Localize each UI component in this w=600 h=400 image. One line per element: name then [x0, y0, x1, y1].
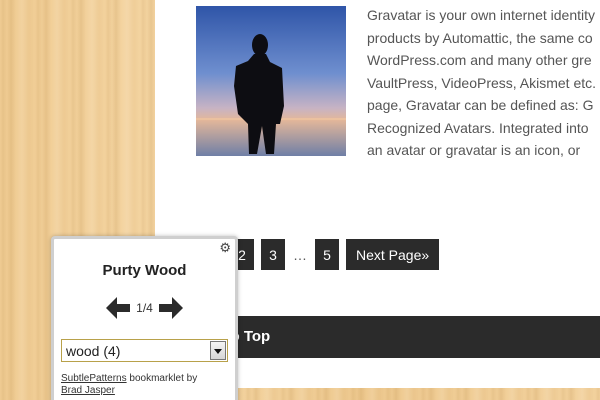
next-arrow-icon[interactable] [158, 297, 183, 319]
gear-icon[interactable]: ⚙ [219, 241, 231, 254]
page-3-button[interactable]: 3 [261, 239, 285, 270]
credit-text: SubtlePatterns bookmarklet by Brad Jaspe… [61, 373, 233, 397]
article-line: products by Automattic, the same co [367, 29, 593, 46]
silhouette-photo [196, 6, 346, 156]
article-line: an avatar or gravatar is an icon, or [367, 142, 581, 158]
article-line: Recognized Avatars. Integrated into [367, 119, 589, 136]
page-5-button[interactable]: 5 [315, 239, 339, 270]
pattern-counter: 1/4 [136, 301, 153, 315]
prev-arrow-icon[interactable] [106, 297, 131, 319]
subtlepatterns-link[interactable]: SubtlePatterns [61, 373, 127, 384]
article-line: VaultPress, VideoPress, Akismet etc. [367, 74, 597, 91]
article-line: page, Gravatar can be defined as: G [367, 97, 594, 113]
chevron-down-icon[interactable] [210, 341, 226, 360]
pagination: 2 3 … 5 Next Page» [230, 239, 440, 270]
next-page-button[interactable]: Next Page» [346, 239, 440, 270]
pattern-bookmarklet-panel: ⚙ Purty Wood 1/4 wood (4) SubtlePatterns… [51, 236, 238, 400]
pagination-ellipsis: … [293, 246, 307, 263]
credit-label: bookmarklet by [126, 373, 198, 384]
article-text: Gravatar is your own internet identity p… [367, 4, 600, 162]
author-link[interactable]: Brad Jasper [61, 385, 115, 396]
pattern-title: Purty Wood [102, 262, 187, 279]
article-line: WordPress.com and many other gre [367, 52, 592, 68]
select-value: wood (4) [66, 343, 121, 359]
article-line: Gravatar is your own internet identity [367, 7, 595, 23]
pattern-category-select[interactable]: wood (4) [61, 339, 228, 362]
pattern-nav: 1/4 [54, 297, 235, 319]
